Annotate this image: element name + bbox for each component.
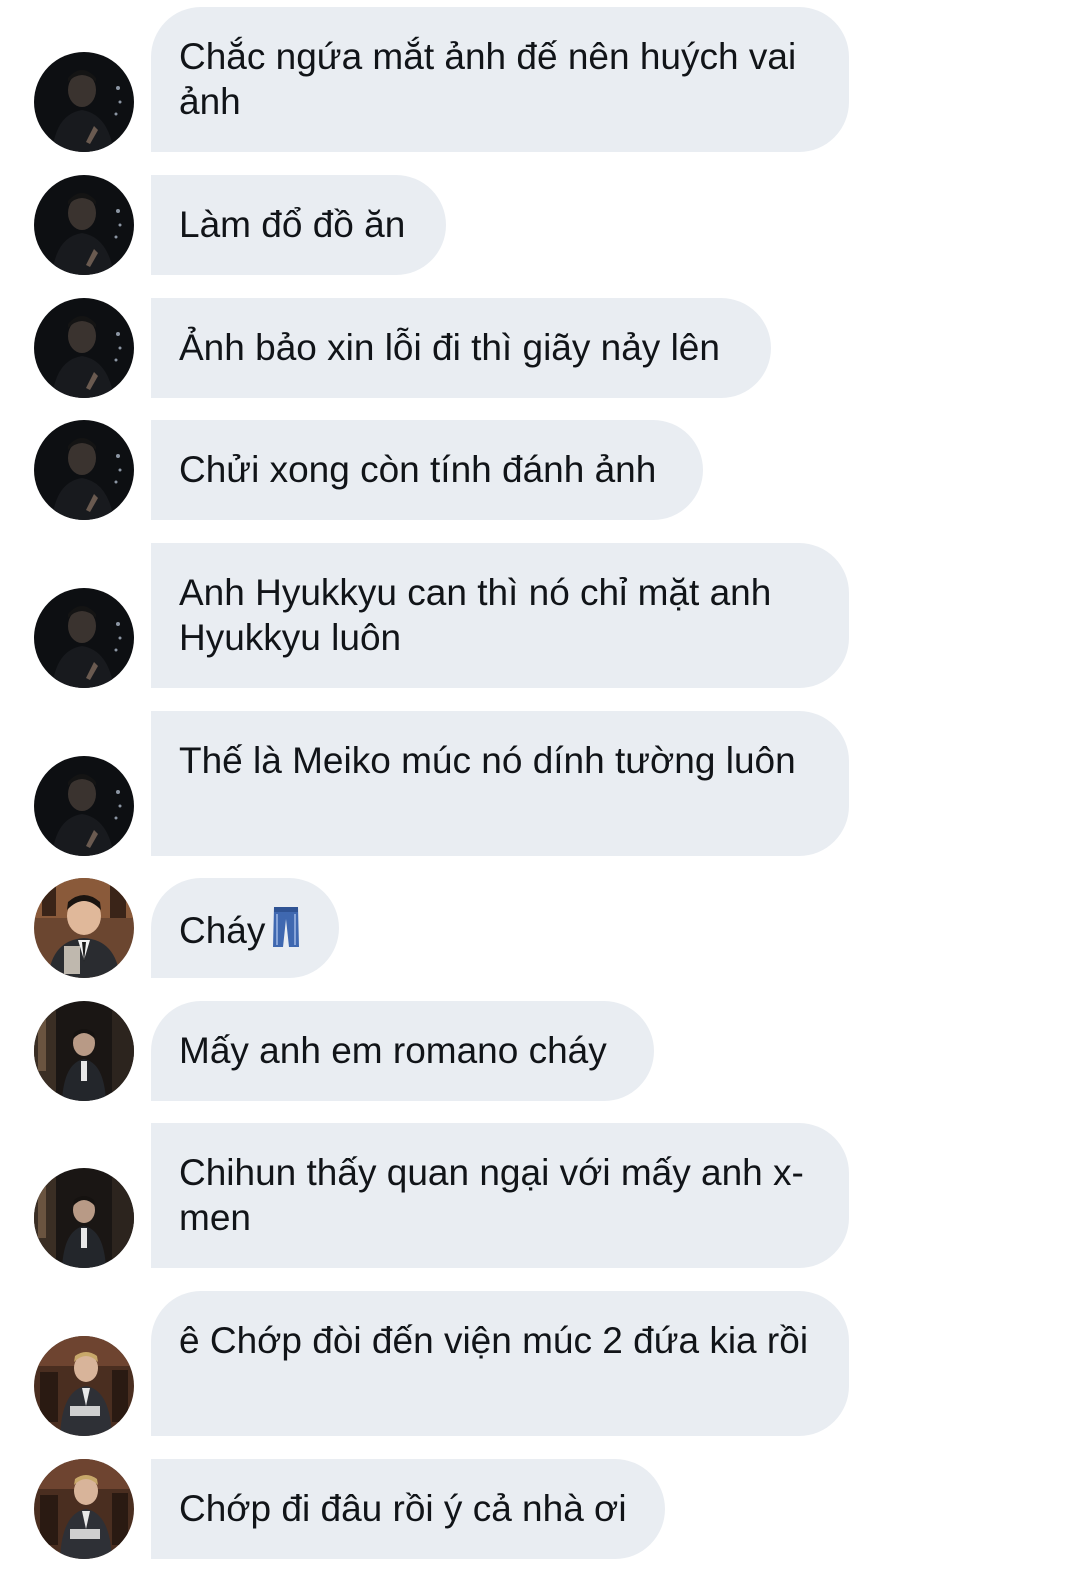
message-bubble[interactable]: Chihun thấy quan ngại với mấy anh x-men [151,1123,849,1268]
message-bubble[interactable]: Thế là Meiko múc nó dính tường luôn [151,711,849,856]
message-bubble[interactable]: Cháy [151,878,339,978]
message-bubble[interactable]: Chửi xong còn tính đánh ảnh [151,420,703,520]
message-bubble[interactable]: ê Chớp đòi đến viện múc 2 đứa kia rồi [151,1291,849,1436]
avatar[interactable] [34,420,134,520]
avatar[interactable] [34,878,134,978]
avatar[interactable] [34,175,134,275]
avatar[interactable] [34,756,134,856]
avatar[interactable] [34,588,134,688]
avatar[interactable] [34,1459,134,1559]
message-bubble[interactable]: Làm đổ đồ ăn [151,175,446,275]
message-text: Cháy [179,910,266,951]
avatar[interactable] [34,52,134,152]
avatar[interactable] [34,1168,134,1268]
avatar[interactable] [34,298,134,398]
message-bubble[interactable]: Chắc ngứa mắt ảnh đế nên huých vai ảnh [151,7,849,152]
message-bubble[interactable]: Anh Hyukkyu can thì nó chỉ mặt anh Hyukk… [151,543,849,688]
message-bubble[interactable]: Mấy anh em romano cháy [151,1001,654,1101]
message-bubble[interactable]: Chớp đi đâu rồi ý cả nhà ơi [151,1459,665,1559]
message-thread: Chắc ngứa mắt ảnh đế nên huých vai ảnh L… [0,0,1080,1580]
avatar[interactable] [34,1001,134,1101]
avatar[interactable] [34,1336,134,1436]
message-bubble[interactable]: Ảnh bảo xin lỗi đi thì giãy nảy lên [151,298,771,398]
jeans-icon [271,905,301,959]
